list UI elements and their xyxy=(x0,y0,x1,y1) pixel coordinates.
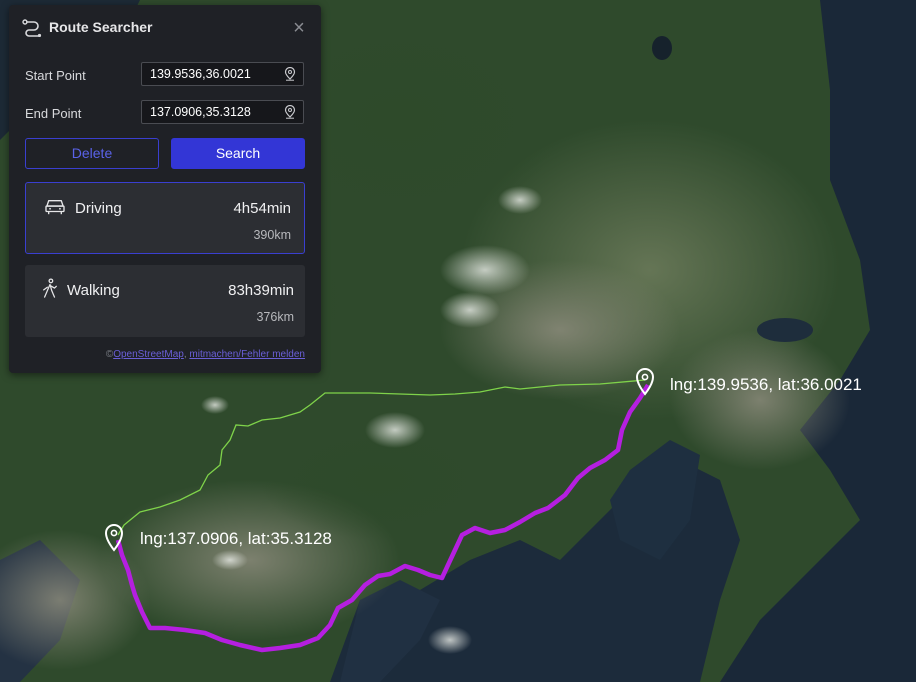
start-point-field[interactable] xyxy=(141,62,304,86)
snow-patch xyxy=(428,626,472,654)
search-button[interactable]: Search xyxy=(171,138,305,169)
end-marker-label: lng:137.0906, lat:35.3128 xyxy=(140,529,332,548)
end-point-marker[interactable]: lng:137.0906, lat:35.3128 xyxy=(104,524,332,552)
route-distance: 390km xyxy=(253,228,291,242)
snow-patch xyxy=(440,292,500,328)
route-mode-label: Walking xyxy=(67,282,120,299)
end-point-field[interactable] xyxy=(141,100,304,124)
route-icon xyxy=(22,19,42,37)
map-attribution: ©OpenStreetMap, mitmachen/Fehler melden xyxy=(106,349,305,360)
snow-patch xyxy=(365,412,425,448)
route-distance: 376km xyxy=(256,310,294,324)
panel-title: Route Searcher xyxy=(49,19,153,35)
car-icon xyxy=(45,200,65,215)
lake xyxy=(757,318,813,342)
route-option-walking[interactable]: Walking 83h39min 376km xyxy=(25,265,305,337)
close-icon[interactable]: × xyxy=(290,18,308,38)
end-point-label: End Point xyxy=(25,106,82,121)
start-point-label: Start Point xyxy=(25,68,86,83)
route-duration: 83h39min xyxy=(228,282,294,299)
start-marker-label: lng:139.9536, lat:36.0021 xyxy=(670,375,862,394)
end-point-input[interactable] xyxy=(150,101,280,123)
snow-patch xyxy=(212,550,248,570)
terrain-patch xyxy=(670,330,850,470)
route-mode-label: Driving xyxy=(75,200,122,217)
lake xyxy=(652,36,672,60)
delete-button[interactable]: Delete xyxy=(25,138,159,169)
route-option-driving[interactable]: Driving 4h54min 390km xyxy=(25,182,305,254)
location-pin-icon[interactable] xyxy=(284,67,296,81)
location-pin-icon[interactable] xyxy=(284,105,296,119)
snow-patch xyxy=(201,396,229,414)
start-point-input[interactable] xyxy=(150,63,280,85)
snow-patch xyxy=(498,186,542,214)
route-duration: 4h54min xyxy=(233,200,291,217)
walking-icon xyxy=(43,278,57,298)
route-searcher-panel: Route Searcher × Start Point End Point D… xyxy=(9,5,321,373)
openstreetmap-link[interactable]: OpenStreetMap xyxy=(113,349,184,360)
snow-patch xyxy=(440,245,530,295)
edit-map-link[interactable]: mitmachen/Fehler melden xyxy=(189,349,305,360)
